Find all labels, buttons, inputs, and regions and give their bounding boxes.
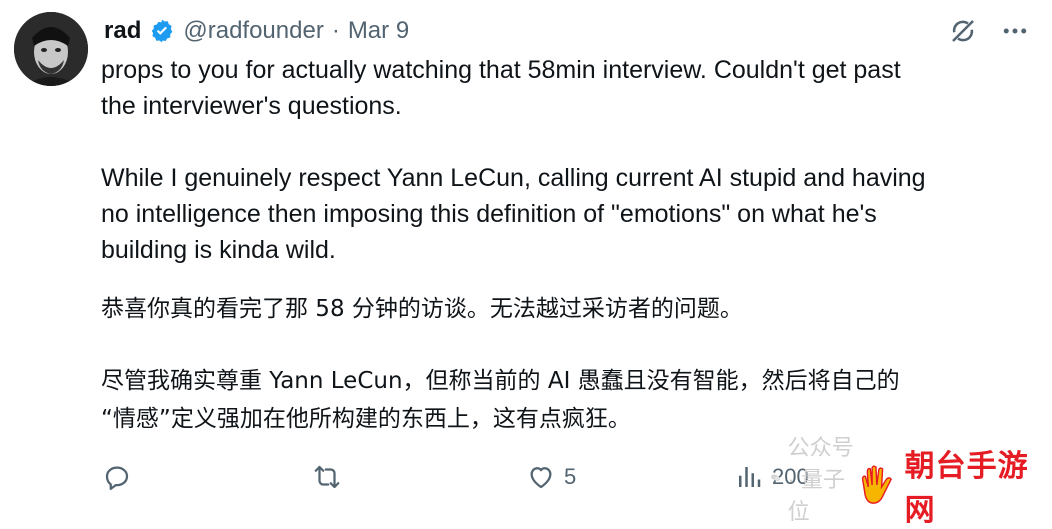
display-name[interactable]: rad (104, 17, 141, 45)
like-count: 5 (564, 464, 577, 489)
grok-icon[interactable] (948, 16, 978, 46)
reply-button[interactable] (102, 462, 140, 492)
views-icon (739, 467, 761, 487)
more-icon[interactable] (1000, 16, 1030, 46)
watermark-brand: 朝台手游网 (855, 449, 1052, 528)
hand-logo-icon (861, 465, 892, 504)
wechat-icon (770, 473, 781, 481)
like-button[interactable]: 5 (526, 462, 576, 492)
tweet-text-en-1: props to you for actually watching that … (101, 56, 901, 120)
avatar-illustration (14, 12, 88, 86)
header-actions (948, 16, 1030, 46)
verified-badge-icon (152, 19, 173, 43)
watermark-text: 公众号 · 量子位 (787, 434, 854, 524)
repost-button[interactable] (312, 462, 350, 492)
watermark-wechat: 公众号 · 量子位 (770, 435, 855, 524)
tweet-text-en-2: While I genuinely respect Yann LeCun, ca… (101, 164, 926, 264)
watermark-brand-text: 朝台手游网 (904, 449, 1029, 528)
tweet-text-zh-2: 尽管我确实尊重 Yann LeCun，但称当前的 AI 愚蠢且没有智能，然后将自… (101, 368, 900, 432)
reply-icon (105, 466, 129, 490)
handle[interactable]: @radfounder (183, 17, 323, 45)
tweet-text-zh-1: 恭喜你真的看完了那 58 分钟的访谈。无法越过采访者的问题。 (101, 296, 743, 322)
separator-dot: · (331, 17, 340, 44)
avatar[interactable] (14, 12, 88, 86)
repost-icon (314, 465, 340, 489)
tweet-actions: 5 200 (102, 462, 842, 502)
tweet-body: props to you for actually watching that … (101, 52, 1031, 438)
tweet-date[interactable]: Mar 9 (348, 17, 409, 45)
tweet-header: rad @radfounder · Mar 9 (104, 12, 409, 50)
heart-icon (530, 467, 552, 489)
